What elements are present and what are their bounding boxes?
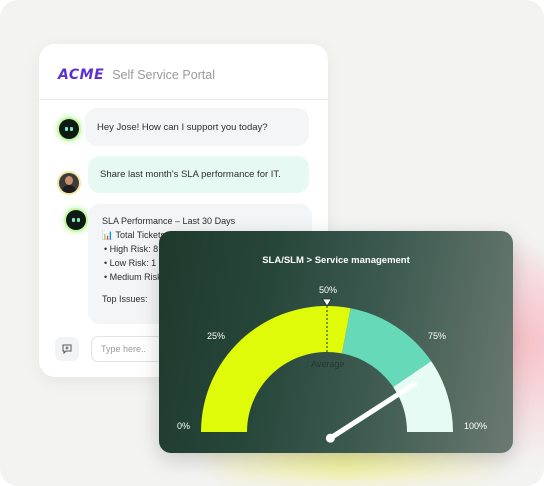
tick-label-0: 0% (177, 421, 191, 431)
new-chat-button[interactable] (55, 337, 79, 361)
bot-avatar-icon (59, 119, 79, 139)
user-avatar (59, 173, 79, 193)
tick-label-100: 100% (464, 421, 488, 431)
tick-label-25: 25% (207, 331, 226, 341)
tick-label-75: 75% (428, 331, 447, 341)
user-message: Share last month's SLA performance for I… (88, 156, 309, 193)
canvas-background: ACME Self Service Portal Hey Jose! How c… (0, 0, 544, 486)
tick-label-50: 50% (319, 285, 338, 295)
bot-message: Hey Jose! How can I support you today? (85, 108, 309, 146)
gauge-segment-1 (201, 306, 351, 432)
gauge-marker-triangle-icon (321, 298, 333, 307)
user-avatar-body (62, 185, 76, 193)
gauge-center-label: Average (311, 359, 345, 369)
user-avatar-head (65, 176, 73, 185)
chat-plus-icon (62, 344, 72, 355)
gauge-needle-hub (325, 433, 335, 443)
user-message-text: Share last month's SLA performance for I… (100, 169, 281, 180)
bot-message-text: Hey Jose! How can I support you today? (97, 121, 268, 133)
brand-logo: ACME (58, 66, 105, 83)
sla-heading: SLA Performance – Last 30 Days (102, 216, 236, 226)
chat-header: ACME Self Service Portal (39, 44, 328, 100)
portal-title: Self Service Portal (112, 67, 216, 82)
message-input-placeholder: Type here.. (101, 344, 147, 354)
gauge-chart (201, 298, 453, 443)
bot-avatar-icon (66, 210, 86, 230)
gauge-needle (327, 381, 418, 441)
gauge-card: SLA/SLM > Service management 25% 50% 75%… (159, 231, 513, 453)
